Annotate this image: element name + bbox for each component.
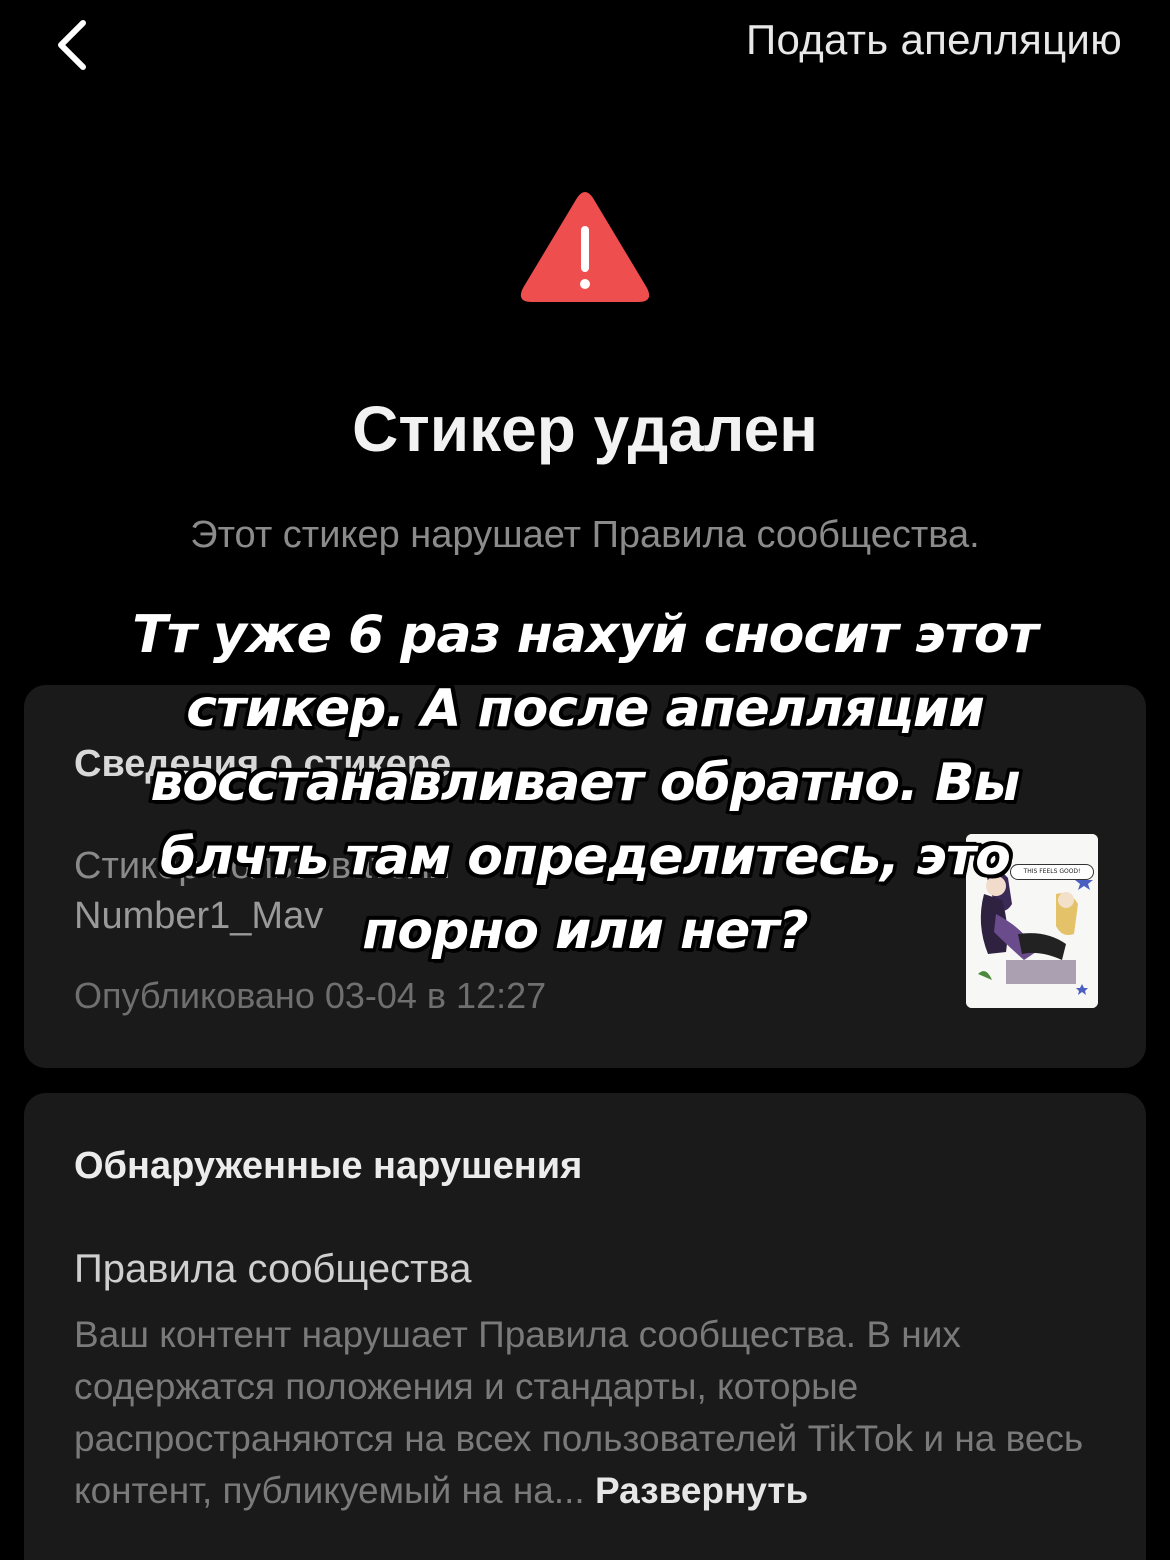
rule-description-text: Ваш контент нарушает Правила сообщества.… (74, 1314, 1084, 1511)
violated-rule-title: Правила сообщества (74, 1247, 472, 1291)
sticker-removed-screen: Подать апелляцию Стикер удален Этот стик… (0, 0, 1170, 1560)
violations-heading: Обнаруженные нарушения (74, 1145, 583, 1187)
chevron-left-icon (58, 20, 86, 70)
back-button[interactable] (36, 10, 106, 80)
page-subtitle: Этот стикер нарушает Правила сообщества. (190, 514, 980, 556)
sticker-published-date: Опубликовано 03-04 в 12:27 (74, 975, 547, 1016)
expand-button[interactable]: Развернуть (595, 1470, 808, 1511)
violated-rule-description: Ваш контент нарушает Правила сообщества.… (74, 1309, 1114, 1517)
submit-appeal-button[interactable]: Подать апелляцию (746, 16, 1122, 64)
warning-triangle-icon (520, 192, 650, 302)
overlay-caption: Тт уже 6 раз нахуй сносит этот стикер. А… (132, 605, 1038, 961)
page-title: Стикер удален (352, 393, 818, 465)
violations-card: Обнаруженные нарушения Правила сообществ… (24, 1093, 1146, 1560)
